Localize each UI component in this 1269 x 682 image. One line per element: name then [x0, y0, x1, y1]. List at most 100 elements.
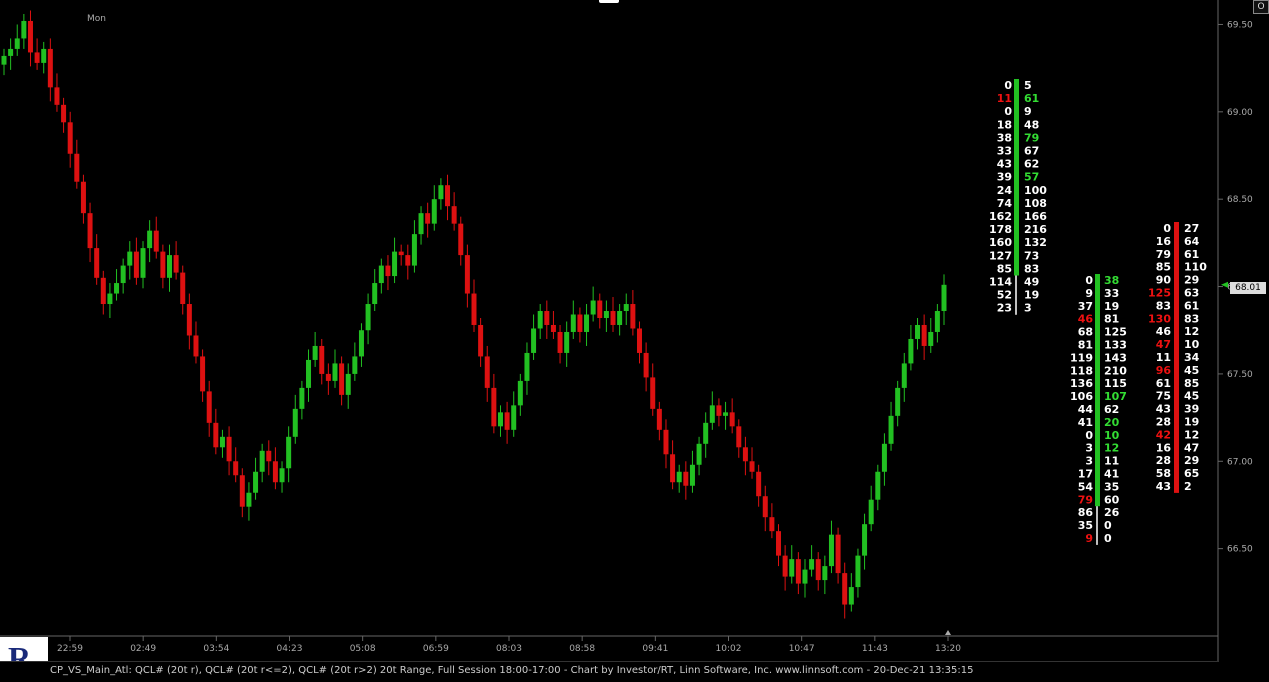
last-price-label: 68.01	[1230, 282, 1266, 294]
candle-body	[87, 213, 93, 249]
ladder-bid-value: 114	[989, 276, 1012, 289]
ladder-bid-value: 23	[997, 302, 1012, 315]
candle-body	[193, 335, 199, 357]
candle-body	[934, 311, 940, 332]
ladder-bid-value: 119	[1070, 351, 1093, 364]
candle-body	[392, 251, 398, 277]
ladder-bid-value: 11	[1156, 351, 1171, 364]
candle-body	[438, 185, 444, 200]
ladder-ask-value: 41	[1104, 468, 1119, 481]
ladder-bid-value: 86	[1078, 506, 1094, 519]
candle-body	[650, 377, 656, 409]
ladder-ask-value: 26	[1104, 506, 1120, 519]
top-handle[interactable]	[599, 0, 619, 3]
candle-body	[352, 356, 358, 374]
candle-body	[564, 331, 570, 353]
ladder-bid-value: 125	[1148, 287, 1171, 300]
ladder-bid-value: 16	[1156, 235, 1172, 248]
candle-body	[140, 248, 146, 278]
candle-body	[74, 153, 80, 182]
candle-body	[173, 255, 179, 273]
ladder-ask-value: 107	[1104, 390, 1127, 403]
ladder-ask-value: 45	[1184, 390, 1199, 403]
ladder-ask-value: 65	[1184, 467, 1199, 480]
ladder-ask-value: 83	[1024, 262, 1039, 275]
candle-body	[127, 251, 133, 266]
x-tick-label: 04:23	[277, 644, 303, 654]
candle-body	[550, 324, 556, 332]
candle-body	[332, 363, 338, 381]
ladder-bid-value: 41	[1078, 416, 1093, 429]
candle-body	[61, 104, 67, 123]
price-chart[interactable]: 69.5069.0068.5068.0067.5067.0066.5022:59…	[0, 0, 1269, 678]
candle-body	[570, 314, 576, 332]
ladder-ask-value: 20	[1104, 416, 1120, 429]
ladder-ask-value: 143	[1104, 351, 1127, 364]
candle-body	[345, 373, 351, 395]
candle-body	[617, 311, 623, 325]
candle-body	[848, 587, 854, 605]
candle-body	[425, 213, 431, 224]
ladder-bid-value: 28	[1156, 454, 1171, 467]
ladder-bid-value: 46	[1078, 313, 1094, 326]
x-tick-label: 13:20	[935, 644, 961, 654]
ladder-ask-value: 10	[1184, 338, 1200, 351]
candle-body	[729, 412, 735, 427]
candle-body	[756, 471, 762, 497]
ladder-ask-value: 83	[1184, 312, 1199, 325]
candle-body	[815, 559, 821, 581]
candle-body	[716, 405, 722, 416]
candle-body	[822, 566, 828, 581]
ladder-bid-value: 43	[1156, 403, 1171, 416]
ladder-bid-value: 37	[1078, 300, 1093, 313]
ladder-ask-value: 100	[1024, 184, 1047, 197]
candle-body	[94, 248, 100, 278]
candle-body	[736, 426, 742, 448]
candle-body	[1, 55, 7, 65]
candle-body	[723, 412, 729, 416]
x-tick-label: 05:08	[350, 644, 376, 654]
ladder-bid-value: 38	[997, 131, 1012, 144]
candle-body	[259, 450, 265, 472]
ladder-bid-value: 17	[1078, 468, 1093, 481]
ladder-bid-value: 42	[1156, 428, 1171, 441]
ladder-ask-value: 60	[1104, 493, 1120, 506]
ladder-bid-value: 44	[1078, 403, 1094, 416]
candle-body	[881, 443, 887, 472]
ladder-ask-value: 12	[1184, 428, 1199, 441]
candle-body	[266, 450, 272, 462]
ladder-ask-value: 2	[1184, 480, 1192, 493]
y-tick-label: 67.50	[1227, 370, 1253, 380]
x-tick-label: 22:59	[57, 644, 83, 654]
candle-body	[623, 304, 629, 312]
session-label: Mon	[87, 14, 106, 24]
ladder-ask-value: 33	[1104, 287, 1119, 300]
ladder-bid-value: 162	[989, 210, 1012, 223]
ladder-bid-value: 79	[1078, 493, 1093, 506]
ladder-ask-value: 10	[1104, 429, 1120, 442]
candle-body	[339, 363, 345, 395]
x-tick-label: 10:02	[716, 644, 742, 654]
ladder-bid-value: 160	[989, 236, 1012, 249]
x-tick-label: 06:59	[423, 644, 449, 654]
ladder-bid-value: 83	[1156, 299, 1171, 312]
candle-body	[921, 324, 927, 346]
ladder-ask-value: 73	[1024, 249, 1039, 262]
candle-body	[451, 206, 457, 224]
candle-body	[153, 230, 159, 252]
ladder-bid-value: 178	[989, 223, 1012, 236]
corner-button[interactable]: O	[1253, 0, 1269, 14]
ladder-bid-value: 85	[1156, 261, 1171, 274]
ladder-ask-value: 133	[1104, 339, 1127, 352]
ladder-ask-value: 19	[1184, 416, 1199, 429]
ladder-bid-value: 106	[1070, 390, 1093, 403]
candle-body	[398, 251, 404, 256]
candle-body	[769, 517, 775, 532]
candle-body	[8, 48, 14, 56]
ladder-ask-value: 9	[1024, 105, 1032, 118]
ladder-ask-value: 29	[1184, 274, 1199, 287]
ladder-ask-value: 62	[1024, 158, 1039, 171]
ladder-bid-value: 43	[997, 158, 1012, 171]
candle-body	[762, 496, 768, 518]
candle-body	[133, 251, 139, 278]
